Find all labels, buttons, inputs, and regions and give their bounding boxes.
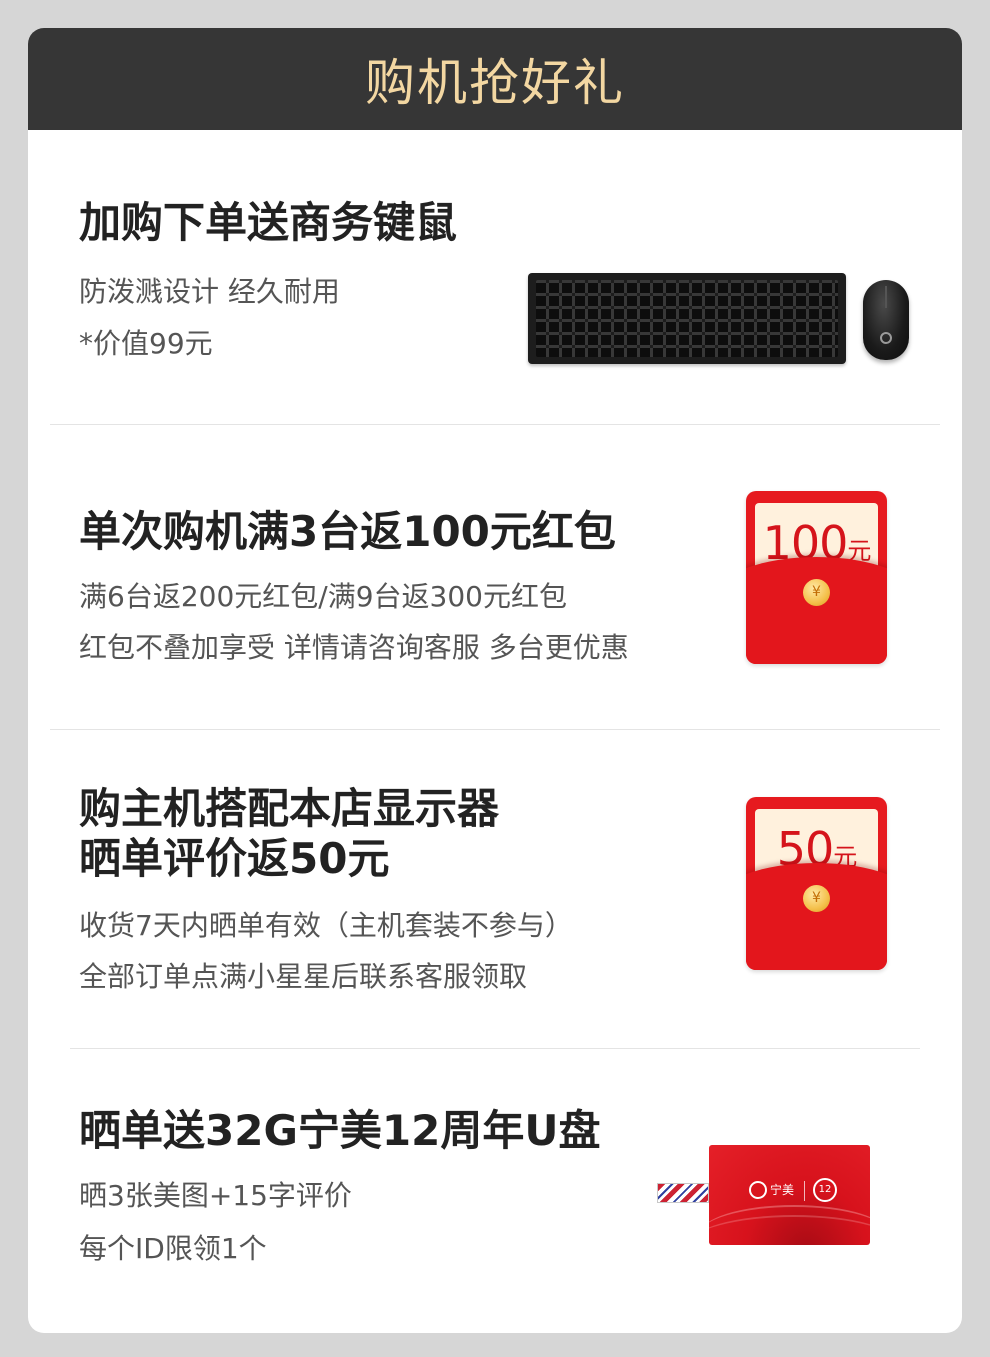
promo-title: 晒单送32G宁美12周年U盘	[79, 1106, 601, 1155]
red-envelope-icon: 50元 ¥	[746, 797, 887, 970]
envelope-flap	[746, 557, 887, 664]
promo-line: 满6台返200元红包/满9台返300元红包	[79, 580, 567, 613]
promo-line: 防泼溅设计 经久耐用	[79, 275, 340, 308]
header-bar: 购机抢好礼	[28, 28, 962, 130]
usb-card-wave	[709, 1215, 870, 1245]
promo-title: 加购下单送商务键鼠	[79, 198, 458, 247]
envelope-flap	[746, 863, 887, 970]
usb-brand: 宁美	[770, 1183, 795, 1197]
section-divider	[50, 729, 940, 730]
usb-card-image: 宁美 12	[709, 1145, 870, 1245]
promo-line: 每个ID限领1个	[79, 1232, 267, 1265]
promo-line: 红包不叠加享受 详情请咨询客服 多台更优惠	[79, 631, 629, 664]
promo-line: *价值99元	[79, 327, 213, 360]
promo-title: 购主机搭配本店显示器	[79, 784, 500, 833]
promo-card: 购机抢好礼 加购下单送商务键鼠 防泼溅设计 经久耐用 *价值99元 单次购机满3…	[28, 28, 962, 1333]
coin-icon: ¥	[803, 885, 830, 912]
promo-line: 全部订单点满小星星后联系客服领取	[79, 960, 528, 993]
red-envelope-icon: 100元 ¥	[746, 491, 887, 664]
promo-title-line2: 晒单评价返50元	[79, 834, 390, 883]
section-divider	[50, 424, 940, 425]
promo-line: 收货7天内晒单有效（主机套装不参与）	[79, 909, 573, 942]
coin-icon: ¥	[803, 579, 830, 606]
mouse-logo-icon	[880, 332, 892, 344]
keyboard-image	[528, 273, 846, 364]
usb-stick-icon	[657, 1183, 709, 1203]
usb-separator	[804, 1181, 805, 1201]
promo-line: 晒3张美图+15字评价	[79, 1179, 352, 1212]
anniversary-badge: 12	[813, 1178, 837, 1202]
section-divider	[70, 1048, 920, 1049]
brand-logo-icon	[749, 1181, 767, 1199]
keyboard-keys	[536, 280, 838, 357]
mouse-image	[863, 280, 909, 360]
header-title: 购机抢好礼	[365, 54, 625, 112]
promo-title: 单次购机满3台返100元红包	[79, 507, 616, 556]
mouse-wheel-line	[885, 286, 887, 308]
